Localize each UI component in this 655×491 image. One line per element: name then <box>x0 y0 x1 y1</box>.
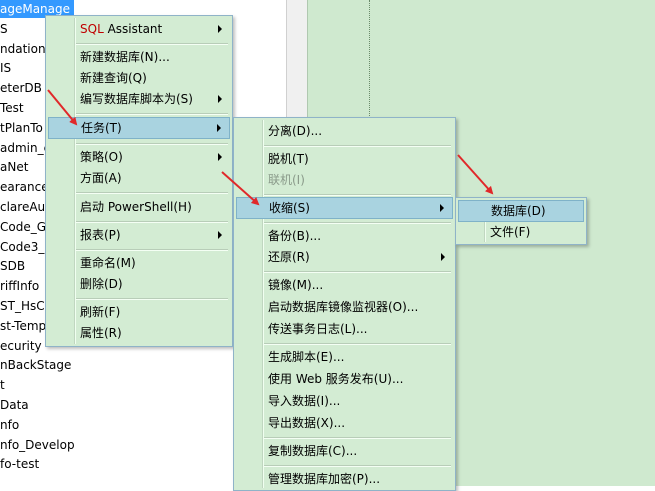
menu-item-generate-scripts[interactable]: 生成脚本(E)... <box>236 346 453 368</box>
submenu-arrow-icon <box>218 95 222 103</box>
menu-separator <box>264 343 451 345</box>
menu-separator <box>264 465 451 467</box>
tree-node[interactable]: fo-test <box>0 455 39 473</box>
menu-item-log-shipping[interactable]: 传送事务日志(L)... <box>236 318 453 340</box>
shrink-submenu: 数据库(D) 文件(F) <box>455 197 587 245</box>
shrink-label: 收缩(S) <box>269 201 310 215</box>
tree-node[interactable]: Code3_ <box>0 238 44 256</box>
menu-item-script-database[interactable]: 编写数据库脚本为(S) <box>48 88 230 110</box>
menu-separator <box>76 113 228 115</box>
database-context-menu: SQL Assistant 新建数据库(N)... 新建查询(Q) 编写数据库脚… <box>45 15 233 347</box>
tree-node[interactable]: ... <box>0 475 11 486</box>
menu-item-tasks[interactable]: 任务(T) <box>48 117 230 139</box>
menu-item-import-data[interactable]: 导入数据(I)... <box>236 390 453 412</box>
menu-item-bring-online: 联机(I) <box>268 173 305 187</box>
menu-separator <box>76 43 228 45</box>
menu-separator <box>76 298 228 300</box>
tree-node[interactable]: tPlanTo <box>0 119 43 137</box>
tree-node[interactable]: aNet <box>0 158 28 176</box>
menu-item-facets[interactable]: 方面(A) <box>48 167 230 189</box>
tree-node[interactable]: Test <box>0 99 24 117</box>
tree-node[interactable]: t <box>0 376 5 394</box>
tasks-label: 任务(T) <box>81 121 122 135</box>
menu-separator <box>76 221 228 223</box>
menu-item-shrink-database[interactable]: 数据库(D) <box>458 200 584 222</box>
tree-node[interactable]: Data <box>0 396 29 414</box>
tree-node[interactable]: nfo_Develop <box>0 436 75 454</box>
menu-separator <box>76 143 228 145</box>
menu-item-new-database[interactable]: 新建数据库(N)... <box>48 46 230 68</box>
menu-item-reports[interactable]: 报表(P) <box>48 224 230 246</box>
menu-item-delete[interactable]: 删除(D) <box>48 273 230 295</box>
tasks-submenu: 分离(D)... 脱机(T) 联机(I) 收缩(S) 备份(B)... 还原(R… <box>233 117 456 491</box>
menu-item-backup[interactable]: 备份(B)... <box>236 225 453 247</box>
tree-node[interactable]: S <box>0 20 8 38</box>
tree-node[interactable]: ndation <box>0 40 46 58</box>
tree-node[interactable]: IS <box>0 59 11 77</box>
policies-label: 策略(O) <box>80 150 123 164</box>
menu-item-new-query[interactable]: 新建查询(Q) <box>48 67 230 89</box>
menu-separator <box>76 249 228 251</box>
menu-item-detach[interactable]: 分离(D)... <box>236 120 453 142</box>
menu-item-restore[interactable]: 还原(R) <box>236 246 453 268</box>
menu-item-refresh[interactable]: 刷新(F) <box>48 301 230 323</box>
tree-node[interactable]: eterDB <box>0 79 42 97</box>
menu-item-mirror-monitor[interactable]: 启动数据库镜像监视器(O)... <box>236 296 453 318</box>
menu-separator <box>76 192 228 194</box>
tree-node[interactable]: SDB <box>0 257 25 275</box>
submenu-arrow-icon <box>440 204 444 212</box>
menu-item-sql-assistant[interactable]: SQL Assistant <box>48 18 230 40</box>
submenu-arrow-icon <box>441 253 445 261</box>
menu-separator <box>264 222 451 224</box>
submenu-arrow-icon <box>218 231 222 239</box>
tree-node[interactable]: admin_c <box>0 139 50 157</box>
menu-separator <box>264 194 451 196</box>
menu-item-take-offline[interactable]: 脱机(T) <box>236 148 453 170</box>
menu-item-mirror[interactable]: 镜像(M)... <box>236 274 453 296</box>
menu-separator <box>264 145 451 147</box>
menu-item-start-powershell[interactable]: 启动 PowerShell(H) <box>48 196 230 218</box>
menu-item-shrink-files[interactable]: 文件(F) <box>458 221 584 243</box>
menu-item-policies[interactable]: 策略(O) <box>48 146 230 168</box>
menu-separator <box>264 271 451 273</box>
script-database-label: 编写数据库脚本为(S) <box>80 92 193 106</box>
menu-separator <box>264 437 451 439</box>
reports-label: 报表(P) <box>80 228 121 242</box>
tree-node[interactable]: clareAu <box>0 198 45 216</box>
menu-item-manage-encryption[interactable]: 管理数据库加密(P)... <box>236 468 453 490</box>
submenu-arrow-icon <box>218 25 222 33</box>
sql-assistant-label: Assistant <box>103 22 163 36</box>
menu-item-properties[interactable]: 属性(R) <box>48 322 230 344</box>
tree-node[interactable]: st-Temp <box>0 317 46 335</box>
submenu-arrow-icon <box>218 153 222 161</box>
menu-item-copy-database[interactable]: 复制数据库(C)... <box>236 440 453 462</box>
menu-item-export-data[interactable]: 导出数据(X)... <box>236 412 453 434</box>
tree-node[interactable]: ecurity <box>0 337 42 355</box>
menu-item-web-publish[interactable]: 使用 Web 服务发布(U)... <box>236 368 453 390</box>
submenu-arrow-icon <box>217 124 221 132</box>
menu-item-rename[interactable]: 重命名(M) <box>48 252 230 274</box>
menu-item-shrink[interactable]: 收缩(S) <box>236 197 453 219</box>
tree-node[interactable]: nfo <box>0 416 19 434</box>
tree-node[interactable]: riffInfo <box>0 277 39 295</box>
sql-assistant-prefix: SQL <box>80 22 104 36</box>
tree-node[interactable]: Code_G <box>0 218 46 236</box>
restore-label: 还原(R) <box>268 250 310 264</box>
tree-node[interactable]: nBackStage <box>0 356 71 374</box>
